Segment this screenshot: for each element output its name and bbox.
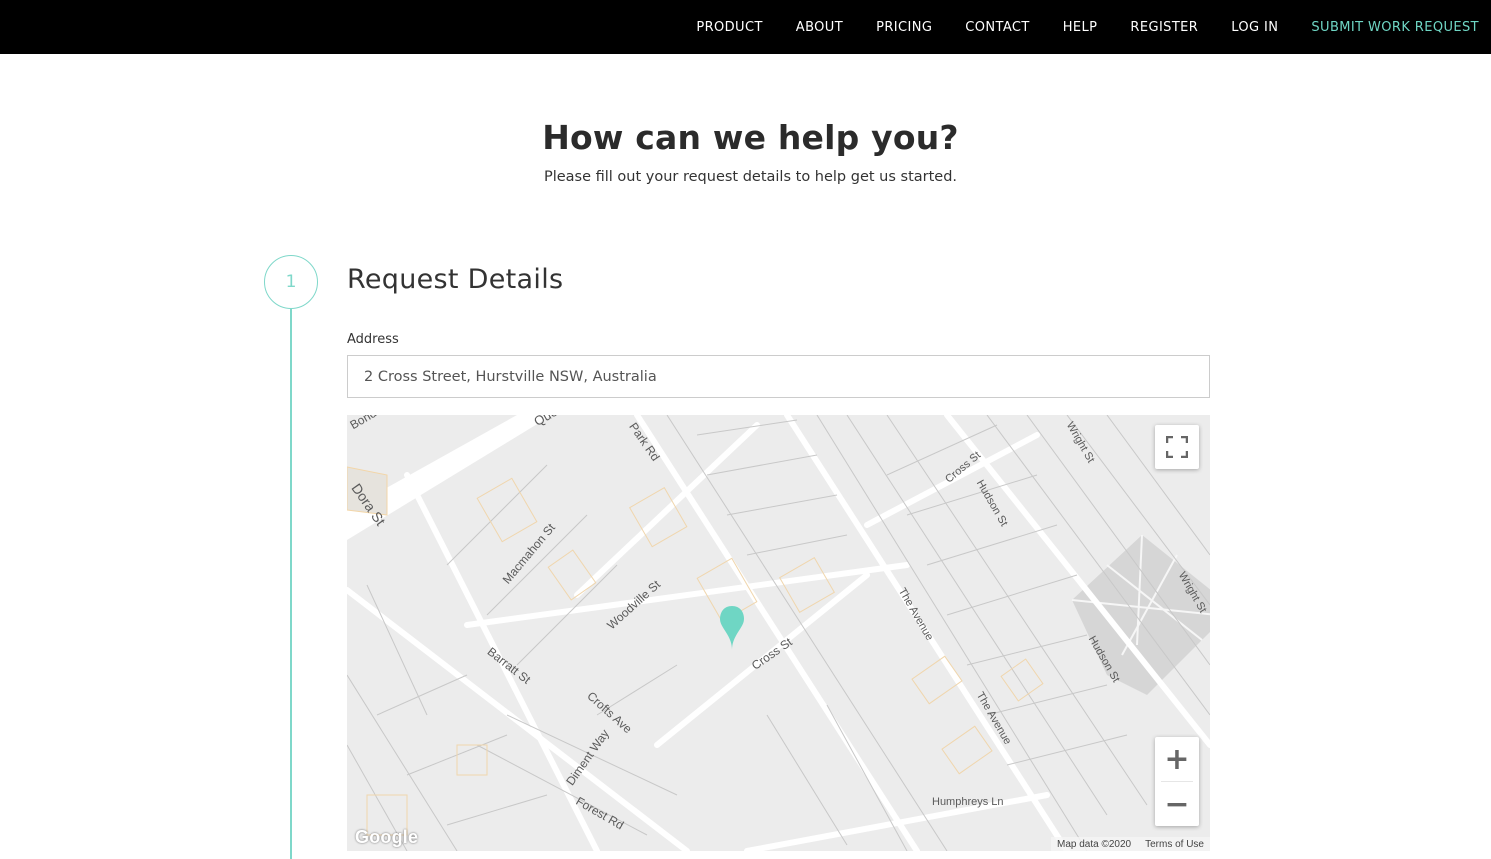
nav-link-product[interactable]: PRODUCT xyxy=(696,20,762,35)
zoom-in-button[interactable]: + xyxy=(1155,737,1199,781)
section-title: Request Details xyxy=(347,264,564,295)
step-number-badge: 1 xyxy=(264,255,318,309)
nav-link-contact[interactable]: CONTACT xyxy=(965,20,1029,35)
terms-of-use-link[interactable]: Terms of Use xyxy=(1145,839,1204,850)
nav-link-submit-work-request[interactable]: SUBMIT WORK REQUEST xyxy=(1311,20,1479,35)
nav-link-about[interactable]: ABOUT xyxy=(796,20,843,35)
address-map[interactable]: Bond Queens Rd Dora St Park Rd Macmahon … xyxy=(347,415,1210,851)
page-title: How can we help you? xyxy=(542,118,959,157)
address-label: Address xyxy=(347,332,399,347)
map-data-credit: Map data ©2020 xyxy=(1057,838,1132,850)
google-logo[interactable]: Google xyxy=(355,827,418,848)
zoom-out-button[interactable]: − xyxy=(1155,782,1199,826)
step-number: 1 xyxy=(285,272,297,292)
fullscreen-button[interactable] xyxy=(1155,425,1199,469)
address-input[interactable] xyxy=(347,355,1210,398)
page-subtitle: Please fill out your request details to … xyxy=(543,169,958,185)
nav-link-login[interactable]: LOG IN xyxy=(1231,20,1278,35)
top-navbar: PRODUCT ABOUT PRICING CONTACT HELP REGIS… xyxy=(0,0,1491,54)
step-connector-line xyxy=(290,309,292,859)
map-attribution: Map data ©2020 Terms of Use xyxy=(1051,837,1210,851)
map-street-label: Humphreys Ln xyxy=(932,796,1004,808)
location-marker-icon[interactable] xyxy=(719,605,745,651)
zoom-controls: + − xyxy=(1155,737,1199,826)
map-streets-layer xyxy=(347,415,1210,851)
nav-link-pricing[interactable]: PRICING xyxy=(876,20,932,35)
nav-link-register[interactable]: REGISTER xyxy=(1130,20,1198,35)
nav-link-help[interactable]: HELP xyxy=(1063,20,1098,35)
main-nav: PRODUCT ABOUT PRICING CONTACT HELP REGIS… xyxy=(663,0,1479,54)
fullscreen-icon xyxy=(1166,436,1188,458)
